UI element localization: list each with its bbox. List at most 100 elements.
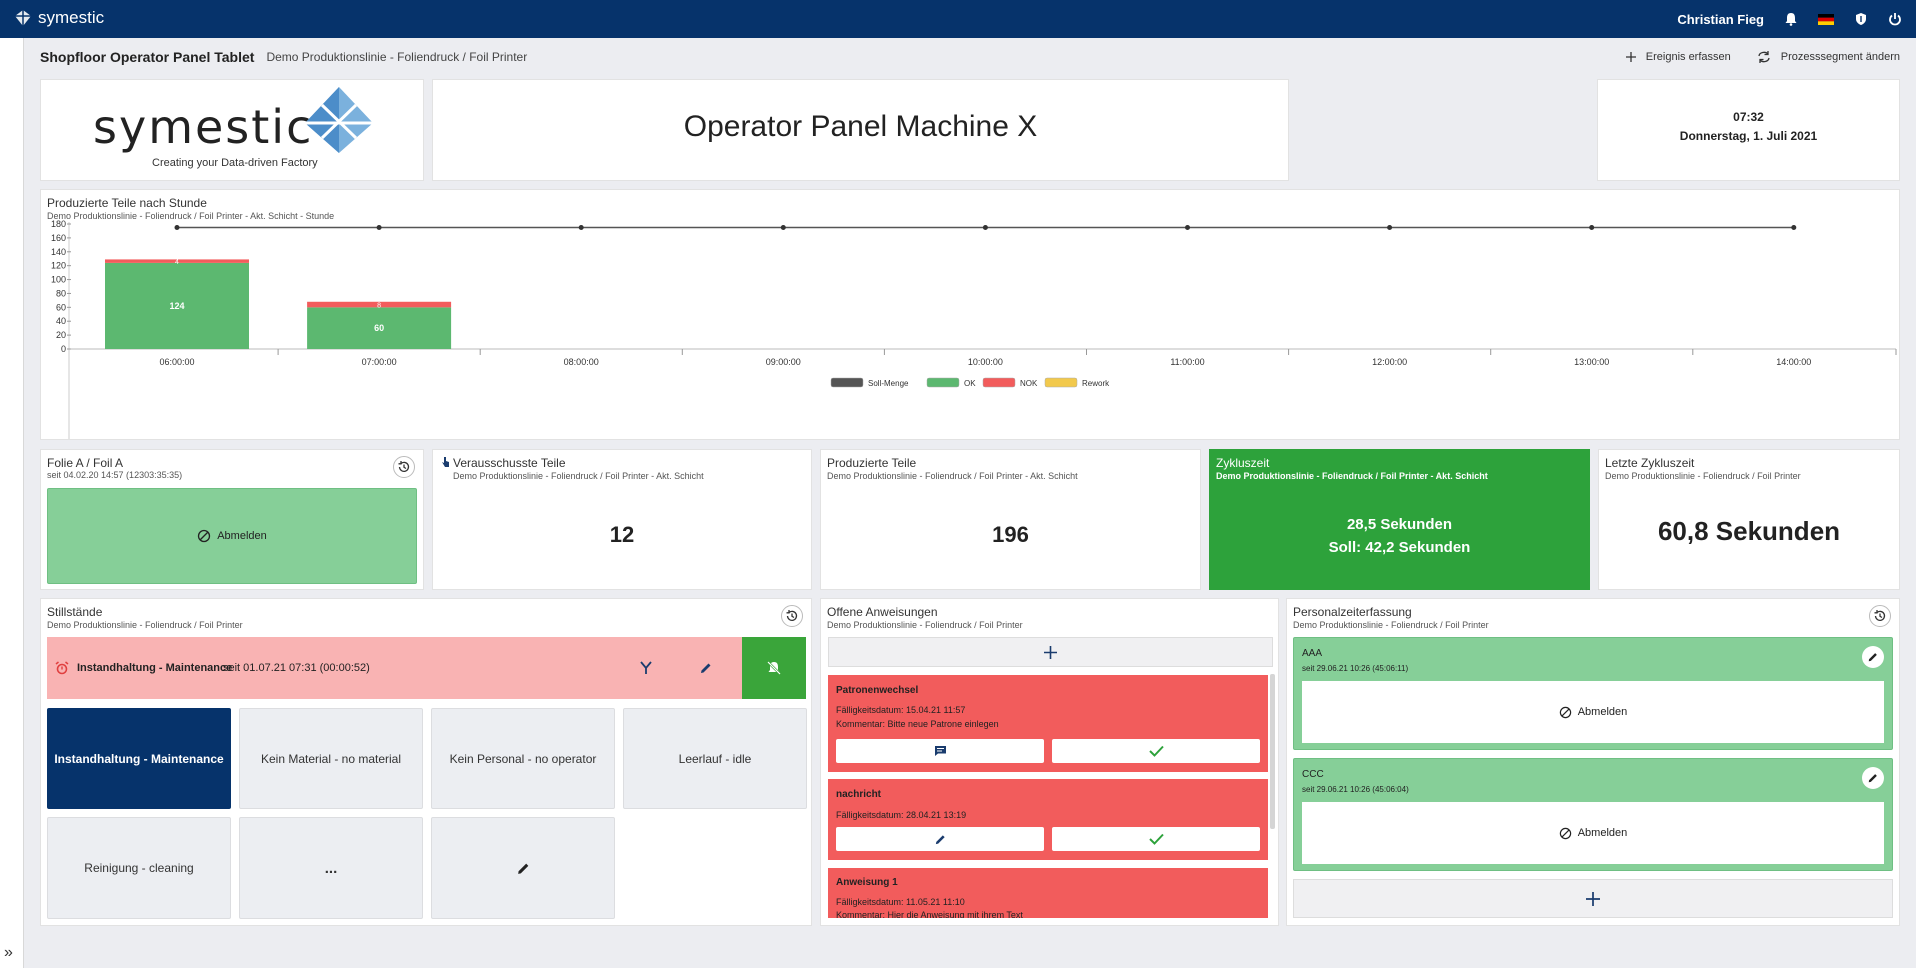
ban-icon [1559, 827, 1571, 839]
bell-slash-icon [767, 661, 781, 675]
instruction-comment: Kommentar: Bitte neue Patrone einlegen [836, 719, 999, 729]
y-tick-label: 40 [56, 316, 66, 326]
scrap-card: Verausschusste Teile Demo Produktionslin… [432, 449, 812, 590]
x-tick-label: 09:00:00 [766, 357, 801, 367]
last-cycle-card: Letzte Zykluszeit Demo Produktionslinie … [1598, 449, 1900, 590]
legend-swatch [926, 377, 960, 388]
ban-icon [198, 529, 211, 543]
personnel-title: Personalzeiterfassung [1293, 605, 1412, 619]
expand-sidebar-icon[interactable]: » [4, 944, 13, 962]
bar-ok-label: 124 [169, 301, 184, 311]
personnel-name: AAA [1302, 648, 1323, 659]
symestic-logo-icon [15, 10, 31, 26]
downtime-subtitle: Demo Produktionslinie - Foliendruck / Fo… [47, 620, 243, 630]
y-tick-label: 160 [51, 233, 66, 243]
personnel-logout-button[interactable]: Abmelden [1302, 802, 1884, 864]
instruction-item: Anweisung 1 Fälligkeitsdatum: 11.05.21 1… [828, 868, 1268, 918]
edit-icon[interactable] [699, 661, 713, 675]
record-event-label: Ereignis erfassen [1645, 51, 1731, 63]
check-icon [1148, 833, 1164, 845]
ban-icon [1559, 706, 1571, 718]
history-icon [398, 461, 410, 472]
confirm-button[interactable] [1052, 739, 1260, 763]
scrap-subtitle: Demo Produktionslinie - Foliendruck / Fo… [453, 471, 704, 481]
downtime-tile-maintenance[interactable]: Instandhaltung - Maintenance [47, 708, 231, 809]
user-name[interactable]: Christian Fieg [1677, 12, 1764, 27]
bell-icon[interactable] [1784, 12, 1798, 26]
edit-personnel-button[interactable] [1862, 767, 1884, 789]
x-tick-label: 11:00:00 [1170, 357, 1204, 367]
change-segment-button[interactable]: Prozesssegment ändern [1757, 51, 1900, 63]
record-event-button[interactable]: Ereignis erfassen [1625, 51, 1731, 63]
plus-icon [1625, 52, 1636, 62]
split-icon[interactable] [639, 661, 653, 675]
active-downtime-label: Instandhaltung - Maintenance [77, 662, 233, 674]
instructions-subtitle: Demo Produktionslinie - Foliendruck / Fo… [827, 620, 1023, 630]
x-tick-label: 07:00:00 [362, 357, 397, 367]
power-icon[interactable] [1888, 12, 1902, 26]
bar-nok-label: 4 [175, 259, 179, 266]
personnel-logout-button[interactable]: Abmelden [1302, 681, 1884, 743]
comment-icon [934, 746, 946, 756]
downtime-title: Stillstände [47, 605, 103, 619]
y-tick-label: 60 [56, 302, 66, 312]
personnel-entry: AAA seit 29.06.21 10:26 (45:06:11) Abmel… [1293, 637, 1893, 750]
personnel-history-button[interactable] [1869, 605, 1891, 627]
downtime-tile-no-material[interactable]: Kein Material - no material [239, 708, 423, 809]
y-tick-label: 140 [51, 247, 66, 257]
add-personnel-button[interactable] [1293, 879, 1893, 918]
pencil-icon [1868, 774, 1877, 783]
page-header: Shopfloor Operator Panel Tablet Demo Pro… [40, 40, 1900, 74]
downtime-card: Stillstände Demo Produktionslinie - Foli… [40, 598, 812, 926]
legend-swatch [982, 377, 1016, 388]
x-tick-label: 06:00:00 [159, 357, 194, 367]
silence-alarm-button[interactable] [742, 637, 806, 699]
produced-value: 196 [992, 522, 1029, 547]
foil-card: Folie A / Foil A seit 04.02.20 14:57 (12… [40, 449, 424, 590]
downtime-history-button[interactable] [781, 605, 803, 627]
personnel-since: seit 29.06.21 10:26 (45:06:11) [1302, 664, 1409, 673]
instruction-title: Patronenwechsel [836, 685, 919, 696]
scrap-title: Verausschusste Teile [453, 456, 566, 470]
downtime-tile-no-operator[interactable]: Kein Personal - no operator [431, 708, 615, 809]
brand[interactable]: symestic [14, 8, 104, 28]
logo-wordmark: symestic [93, 100, 314, 154]
shield-icon[interactable] [1854, 12, 1868, 26]
banner-title: Operator Panel Machine X [683, 110, 1038, 143]
foil-logout-button[interactable]: Abmelden [47, 488, 417, 584]
add-instruction-button[interactable] [828, 637, 1273, 667]
downtime-tile-cleaning[interactable]: Reinigung - cleaning [47, 817, 231, 919]
breadcrumb: Demo Produktionslinie - Foliendruck / Fo… [266, 50, 528, 64]
x-tick-label: 10:00:00 [968, 357, 1003, 367]
confirm-button[interactable] [1052, 827, 1260, 851]
top-bar: symestic Christian Fieg [0, 0, 1916, 38]
personnel-name: CCC [1302, 769, 1324, 780]
downtime-tile-edit[interactable] [431, 817, 615, 919]
instructions-scrollbar[interactable] [1270, 674, 1275, 829]
refresh-icon [1758, 51, 1770, 63]
legend-label: OK [964, 379, 976, 388]
hourly-chart-card: Produzierte Teile nach Stunde Demo Produ… [40, 189, 1900, 440]
history-icon [1874, 610, 1886, 621]
instruction-due: Fälligkeitsdatum: 28.04.21 13:19 [836, 810, 967, 820]
y-tick-label: 100 [51, 275, 66, 285]
downtime-tile-idle[interactable]: Leerlauf - idle [623, 708, 807, 809]
target-point [174, 224, 180, 230]
german-flag-icon[interactable] [1818, 13, 1834, 25]
target-point [376, 224, 382, 230]
target-point [1791, 224, 1797, 230]
comment-button[interactable] [836, 739, 1044, 763]
personnel-entry: CCC seit 29.06.21 10:26 (45:06:04) Abmel… [1293, 758, 1893, 871]
x-tick-label: 12:00:00 [1372, 357, 1407, 367]
edit-button[interactable] [836, 827, 1044, 851]
clock-time: 07:32 [1733, 110, 1764, 124]
downtime-tile-more[interactable]: ... [239, 817, 423, 919]
history-button[interactable] [393, 456, 415, 478]
last-cycle-value: 60,8 Sekunden [1657, 516, 1841, 546]
cycle-time-card: Zykluszeit Demo Produktionslinie - Folie… [1209, 449, 1590, 590]
target-point [982, 224, 988, 230]
scrap-value: 12 [609, 522, 635, 547]
edit-personnel-button[interactable] [1862, 646, 1884, 668]
check-icon [1148, 745, 1164, 757]
x-tick-label: 14:00:00 [1776, 357, 1811, 367]
